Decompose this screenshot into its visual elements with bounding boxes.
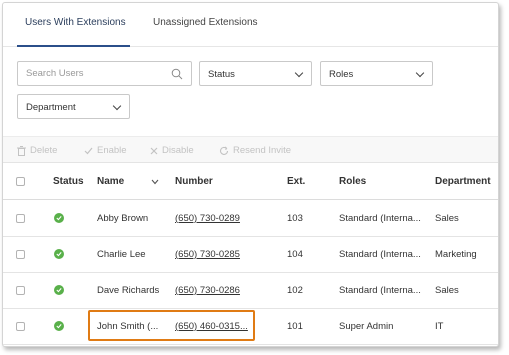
extension: 101 [287, 321, 303, 332]
phone-number-link[interactable]: (650) 730-0286 [175, 285, 240, 296]
delete-label: Delete [30, 145, 58, 156]
roles-filter-label: Roles [329, 69, 354, 80]
status-filter-dropdown[interactable]: Status [199, 61, 312, 86]
bulk-action-toolbar: Delete Enable Disable Resend Invite [3, 136, 498, 163]
search-icon[interactable] [171, 68, 183, 80]
column-header-name[interactable]: Name [97, 176, 124, 187]
row-checkbox[interactable] [16, 322, 25, 331]
highlight-callout [88, 310, 255, 341]
row-checkbox[interactable] [16, 214, 25, 223]
tab-bar: Users With Extensions Unassigned Extensi… [3, 3, 498, 47]
resend-invite-button[interactable]: Resend Invite [219, 145, 291, 156]
phone-number-link[interactable]: (650) 730-0285 [175, 249, 240, 260]
department: IT [435, 321, 444, 332]
table-row[interactable]: Charlie Lee (650) 730-0285 104 Standard … [3, 237, 498, 273]
table-header: Status Name Number Ext. Roles Department [3, 163, 498, 200]
tab-unassigned-extensions[interactable]: Unassigned Extensions [153, 17, 258, 28]
active-tab-indicator [17, 45, 130, 47]
select-all-checkbox[interactable] [16, 177, 25, 186]
table-row[interactable]: Dave Richards (650) 730-0286 102 Standar… [3, 273, 498, 309]
department: Marketing [435, 249, 477, 260]
check-icon [84, 147, 93, 154]
extension: 104 [287, 249, 303, 260]
search-field [17, 61, 192, 86]
tab-users-with-extensions[interactable]: Users With Extensions [25, 17, 126, 28]
row-checkbox[interactable] [16, 250, 25, 259]
row-checkbox[interactable] [16, 286, 25, 295]
role: Standard (Interna... [339, 285, 421, 296]
user-name[interactable]: Abby Brown [97, 213, 148, 224]
department: Sales [435, 213, 459, 224]
trash-icon [17, 145, 26, 156]
chevron-down-icon [294, 68, 304, 78]
disable-button[interactable]: Disable [150, 145, 194, 156]
department: Sales [435, 285, 459, 296]
sort-chevron-down-icon[interactable] [151, 179, 159, 185]
user-name[interactable]: Dave Richards [97, 285, 159, 296]
role: Standard (Interna... [339, 213, 421, 224]
roles-filter-dropdown[interactable]: Roles [320, 61, 433, 86]
column-header-roles[interactable]: Roles [339, 176, 366, 187]
extension: 102 [287, 285, 303, 296]
status-active-icon [54, 249, 64, 259]
extension: 103 [287, 213, 303, 224]
user-name[interactable]: Charlie Lee [97, 249, 146, 260]
user-management-panel: Users With Extensions Unassigned Extensi… [2, 2, 499, 347]
close-icon [150, 147, 158, 154]
status-active-icon [54, 321, 64, 331]
delete-button[interactable]: Delete [17, 145, 57, 156]
column-header-department[interactable]: Department [435, 176, 491, 187]
search-input[interactable] [18, 62, 191, 85]
status-filter-label: Status [208, 69, 235, 80]
department-filter-dropdown[interactable]: Department [17, 94, 130, 119]
status-active-icon [54, 213, 64, 223]
status-active-icon [54, 285, 64, 295]
column-header-number[interactable]: Number [175, 176, 213, 187]
department-filter-label: Department [26, 102, 76, 113]
enable-label: Enable [97, 145, 127, 156]
disable-label: Disable [162, 145, 194, 156]
phone-number-link[interactable]: (650) 730-0289 [175, 213, 240, 224]
column-header-ext[interactable]: Ext. [287, 176, 305, 187]
enable-button[interactable]: Enable [84, 145, 127, 156]
role: Super Admin [339, 321, 394, 332]
refresh-icon [220, 146, 229, 155]
column-header-status[interactable]: Status [53, 176, 84, 187]
role: Standard (Interna... [339, 249, 421, 260]
chevron-down-icon [415, 68, 425, 78]
table-row[interactable]: Abby Brown (650) 730-0289 103 Standard (… [3, 201, 498, 237]
resend-invite-label: Resend Invite [233, 145, 292, 156]
chevron-down-icon [112, 101, 122, 111]
